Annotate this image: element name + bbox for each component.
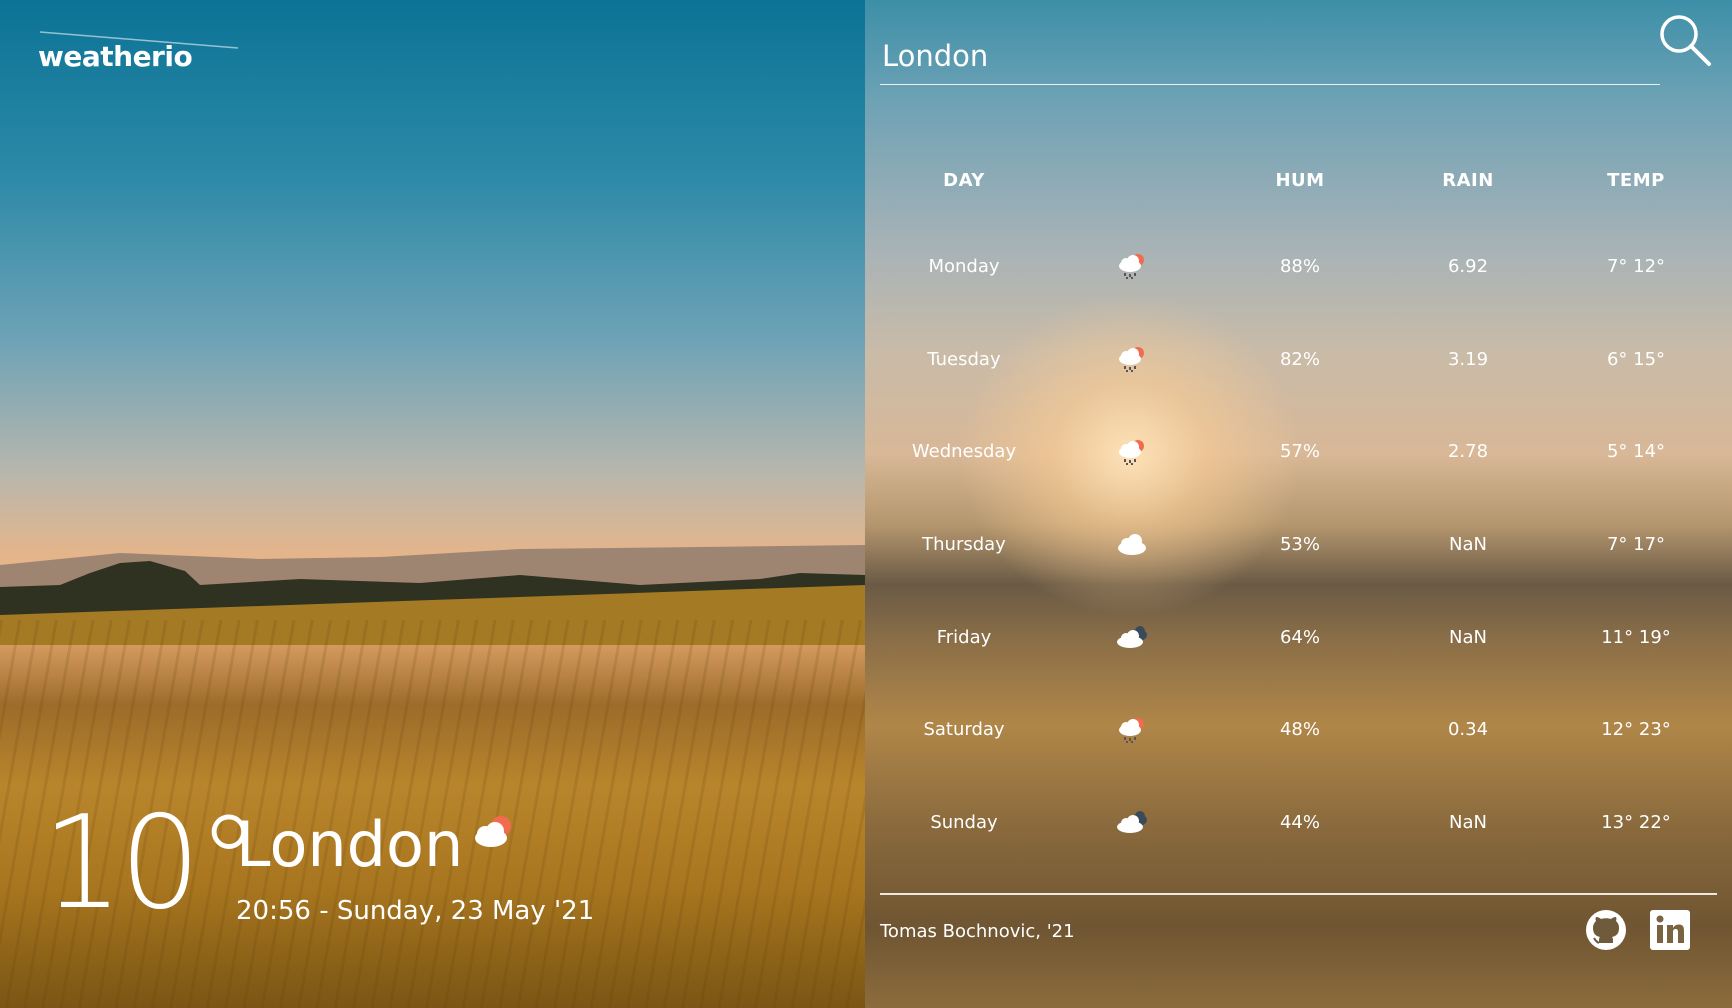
linkedin-icon[interactable] — [1649, 909, 1691, 951]
header-temp: TEMP — [1607, 169, 1665, 191]
forecast-humidity: 44% — [1279, 811, 1320, 833]
forecast-icon-cell — [1048, 405, 1216, 498]
current-datetime: 20:56 - Sunday, 23 May '21 — [236, 896, 595, 926]
search-icon[interactable] — [1657, 12, 1713, 68]
forecast-day: Saturday — [923, 719, 1005, 741]
forecast-humidity: 48% — [1279, 719, 1320, 741]
forecast-icon-cell — [1048, 776, 1216, 869]
forecast-day: Thursday — [922, 533, 1006, 555]
forecast-row: Thursday 53% NaN 7° 17° — [880, 498, 1720, 591]
header-hum: HUM — [1275, 169, 1325, 191]
forecast-temp: 11° 19° — [1601, 626, 1671, 648]
forecast-humidity: 82% — [1279, 348, 1320, 370]
forecast-icon-cell — [1048, 313, 1216, 406]
forecast-rain: NaN — [1449, 533, 1487, 555]
forecast-rain: 6.92 — [1447, 255, 1489, 277]
app-logo[interactable]: weatherio — [38, 40, 193, 73]
forecast-row: Monday 88% 6.92 7° 12° — [880, 220, 1720, 313]
forecast-temp: 5° 14° — [1606, 441, 1666, 463]
forecast-icon-cell — [1048, 591, 1216, 684]
forecast-row: Saturday 48% 0.34 12° 23° — [880, 683, 1720, 776]
forecast-table: DAY HUM RAIN TEMP Monday 88% 6.92 7° 12° Tue… — [880, 140, 1720, 869]
header-icon — [1048, 140, 1216, 220]
forecast-rain: NaN — [1449, 626, 1487, 648]
forecast-day: Monday — [928, 255, 1000, 277]
header-rain: RAIN — [1442, 169, 1494, 191]
forecast-rain: NaN — [1449, 811, 1487, 833]
current-weather: 10° London 20:56 - Sunday, 23 May '21 — [42, 800, 822, 940]
forecast-temp: 12° 23° — [1601, 719, 1671, 741]
forecast-row: Sunday 44% NaN 13° 22° — [880, 776, 1720, 869]
current-temperature: 10° — [42, 789, 261, 938]
app-root: weatherio 10° London 20:56 - Sunday, 23 … — [0, 0, 1732, 1008]
forecast-icon-cell — [1048, 220, 1216, 313]
rain-sun-icon — [1114, 439, 1150, 465]
header-day: DAY — [943, 169, 985, 191]
background-scene: weatherio 10° London 20:56 - Sunday, 23 … — [0, 0, 865, 1008]
footer-divider — [880, 893, 1717, 895]
forecast-panel: DAY HUM RAIN TEMP Monday 88% 6.92 7° 12° Tue… — [865, 0, 1732, 1008]
search-bar — [880, 28, 1660, 85]
forecast-humidity: 88% — [1279, 255, 1320, 277]
forecast-humidity: 53% — [1279, 533, 1320, 555]
cloud-icon — [1114, 533, 1150, 556]
forecast-row: Friday 64% NaN 11° 19° — [880, 591, 1720, 684]
forecast-temp: 6° 15° — [1606, 348, 1666, 370]
footer-credit: Tomas Bochnovic, '21 — [880, 921, 1075, 942]
forecast-temp: 7° 12° — [1606, 255, 1666, 277]
forecast-row: Wednesday 57% 2.78 5° 14° — [880, 405, 1720, 498]
current-city: London — [236, 808, 464, 881]
search-input[interactable] — [880, 28, 1660, 84]
forecast-humidity: 64% — [1279, 626, 1320, 648]
rain-sun-icon — [1114, 254, 1150, 280]
dark-cloud-icon — [1114, 626, 1150, 649]
forecast-day: Friday — [936, 626, 992, 648]
forecast-temp: 13° 22° — [1601, 811, 1671, 833]
forecast-day: Sunday — [930, 811, 998, 833]
forecast-icon-cell — [1048, 683, 1216, 776]
forecast-day: Tuesday — [927, 348, 1001, 370]
forecast-icon-cell — [1048, 498, 1216, 591]
forecast-temp: 7° 17° — [1606, 533, 1666, 555]
forecast-rain: 0.34 — [1447, 719, 1489, 741]
forecast-rain: 3.19 — [1447, 348, 1489, 370]
forecast-row: Tuesday 82% 3.19 6° 15° — [880, 313, 1720, 406]
github-icon[interactable] — [1585, 909, 1627, 951]
forecast-humidity: 57% — [1279, 441, 1320, 463]
forecast-day: Wednesday — [911, 441, 1017, 463]
forecast-rain: 2.78 — [1447, 441, 1489, 463]
rain-cloud-sun-icon — [475, 816, 511, 847]
rain-sun-icon — [1114, 347, 1150, 373]
rain-sun-icon — [1114, 717, 1150, 743]
dark-cloud-icon — [1114, 811, 1150, 834]
table-header-row: DAY HUM RAIN TEMP — [880, 140, 1720, 220]
